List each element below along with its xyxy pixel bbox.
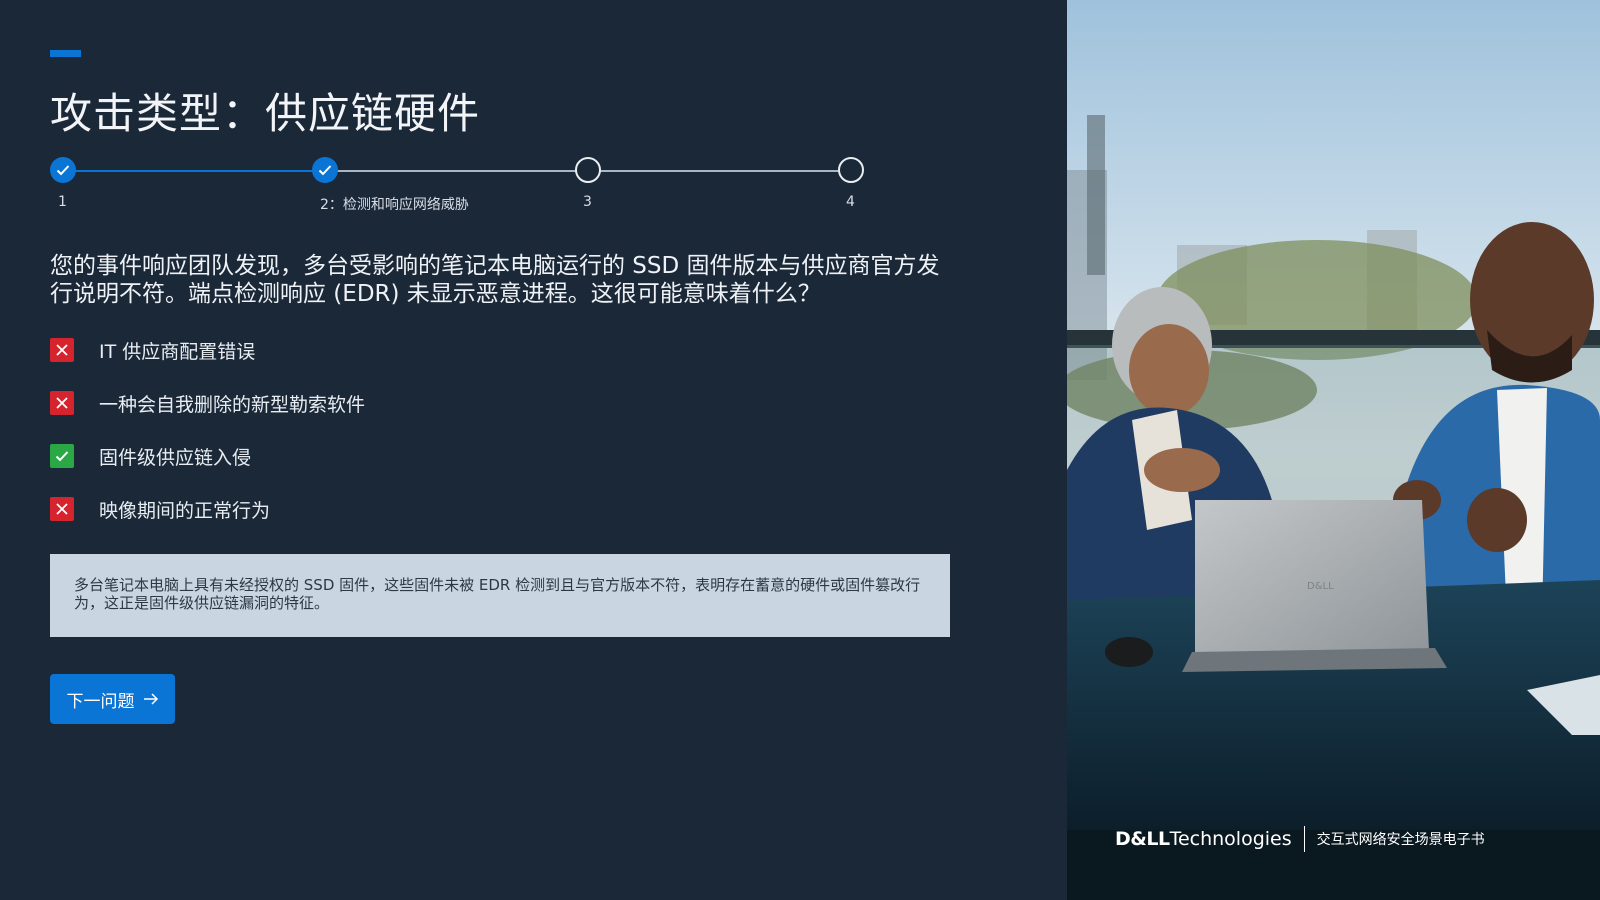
title-accent-bar [50,50,81,57]
answer-option-2[interactable]: 一种会自我删除的新型勒索软件 [50,390,365,416]
brand-divider [1303,826,1305,852]
answer-option-1[interactable]: IT 供应商配置错误 [50,337,365,363]
incorrect-marker [50,497,74,521]
dell-logo-suffix: Technologies [1169,828,1292,850]
answer-option-label: IT 供应商配置错误 [99,340,256,363]
step-3-label: 3 [583,194,592,210]
step-4-label: 4 [846,194,855,210]
step-2-label: 2：检测和响应网络威胁 [320,197,469,213]
next-question-label: 下一问题 [66,691,135,712]
step-4-node[interactable] [838,157,864,183]
page-title: 攻击类型：供应链硬件 [50,89,481,138]
correct-marker [50,444,74,468]
next-question-button[interactable]: 下一问题 [50,674,175,724]
answer-option-label: 一种会自我删除的新型勒索软件 [99,393,366,416]
answer-option-label: 映像期间的正常行为 [99,499,271,522]
step-2-node[interactable] [312,157,338,183]
answer-explanation: 多台笔记本电脑上具有未经授权的 SSD 固件，这些固件未被 EDR 检测到且与官… [50,554,950,637]
cross-icon [56,397,68,409]
answer-option-4[interactable]: 映像期间的正常行为 [50,496,365,522]
answer-options: IT 供应商配置错误 一种会自我删除的新型勒索软件 固件级供应链入侵 映像期间的… [50,337,365,549]
incorrect-marker [50,391,74,415]
brand-footer: D&LL Technologies 交互式网络安全场景电子书 [1115,826,1485,852]
check-icon [55,451,69,462]
question-text: 您的事件响应团队发现，多台受影响的笔记本电脑运行的 SSD 固件版本与供应商官方… [50,253,940,307]
cross-icon [56,344,68,356]
office-meeting-illustration: D&LL [1067,0,1600,900]
arrow-right-icon [143,693,158,705]
dell-logo: D&LL [1115,828,1170,850]
answer-option-3[interactable]: 固件级供应链入侵 [50,443,365,469]
answer-option-label: 固件级供应链入侵 [99,446,252,469]
progress-stepper: 1 2：检测和响应网络威胁 3 4 [50,157,866,217]
check-icon [318,165,332,176]
stepper-line-completed [63,170,325,172]
step-1-label: 1 [58,194,67,210]
laptop-logo: D&LL [1307,581,1334,592]
incorrect-marker [50,338,74,362]
check-icon [56,165,70,176]
ebook-subtitle: 交互式网络安全场景电子书 [1316,832,1485,848]
cross-icon [56,503,68,515]
step-1-node[interactable] [50,157,76,183]
step-3-node[interactable] [575,157,601,183]
hero-photo: D&LL D&LL Technologies 交互式网络安全场景电子书 [1067,0,1600,900]
